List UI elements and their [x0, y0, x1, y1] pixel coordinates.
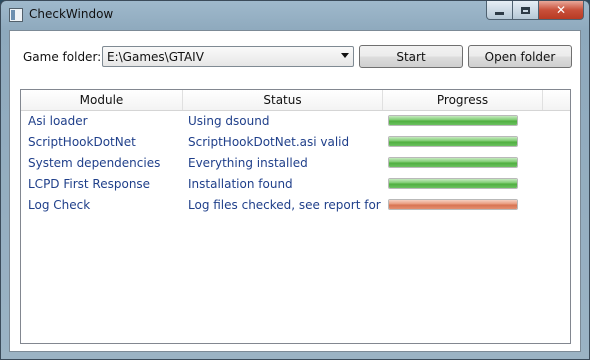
progress-bar [388, 178, 518, 189]
start-button[interactable]: Start [359, 45, 463, 68]
column-header-progress[interactable]: Progress [383, 90, 543, 110]
client-area: Game folder: E:\Games\GTAIV Start Open f… [9, 30, 581, 352]
list-row[interactable]: ScriptHookDotNet ScriptHookDotNet.asi va… [21, 132, 570, 153]
chevron-down-icon [341, 53, 349, 58]
module-cell: Log Check [28, 198, 91, 212]
progress-fill [389, 200, 517, 209]
open-folder-button[interactable]: Open folder [468, 45, 572, 68]
game-folder-value: E:\Games\GTAIV [107, 50, 204, 64]
module-cell: LCPD First Response [28, 177, 151, 191]
maximize-button[interactable] [513, 1, 539, 20]
status-cell: Using dsound [188, 114, 270, 128]
column-header-filler [543, 90, 570, 110]
minimize-button[interactable] [486, 1, 513, 20]
list-row[interactable]: Asi loader Using dsound [21, 111, 570, 132]
caption-buttons: ✕ [486, 1, 584, 21]
progress-bar [388, 199, 518, 210]
list-rows: Asi loader Using dsound ScriptHookDotNet… [21, 111, 570, 216]
window-title: CheckWindow [29, 7, 114, 21]
module-cell: System dependencies [28, 156, 161, 170]
progress-bar [388, 115, 518, 126]
list-row[interactable]: LCPD First Response Installation found [21, 174, 570, 195]
status-cell: Log files checked, see report for mo [188, 198, 382, 212]
status-cell: Installation found [188, 177, 293, 191]
status-cell: ScriptHookDotNet.asi valid [188, 135, 350, 149]
progress-fill [389, 137, 517, 146]
status-cell: Everything installed [188, 156, 308, 170]
list-row[interactable]: Log Check Log files checked, see report … [21, 195, 570, 216]
title-bar[interactable]: CheckWindow ✕ [1, 1, 589, 29]
progress-bar [388, 157, 518, 168]
list-header: Module Status Progress [21, 90, 570, 111]
column-header-status[interactable]: Status [183, 90, 383, 110]
progress-fill [389, 116, 517, 125]
close-button[interactable]: ✕ [539, 1, 584, 20]
module-cell: ScriptHookDotNet [28, 135, 136, 149]
maximize-icon [521, 6, 530, 14]
progress-fill [389, 158, 517, 167]
column-header-module[interactable]: Module [21, 90, 183, 110]
app-window-icon [9, 8, 23, 22]
progress-bar [388, 136, 518, 147]
game-folder-combobox[interactable]: E:\Games\GTAIV [102, 46, 354, 67]
game-folder-label: Game folder: [23, 50, 102, 64]
module-cell: Asi loader [28, 114, 88, 128]
minimize-icon [495, 11, 504, 15]
check-window: CheckWindow ✕ Game folder: E:\Games\GTAI… [0, 0, 590, 360]
module-list[interactable]: Module Status Progress Asi loader Using … [20, 89, 571, 344]
list-row[interactable]: System dependencies Everything installed [21, 153, 570, 174]
progress-fill [389, 179, 517, 188]
close-icon: ✕ [555, 3, 567, 17]
